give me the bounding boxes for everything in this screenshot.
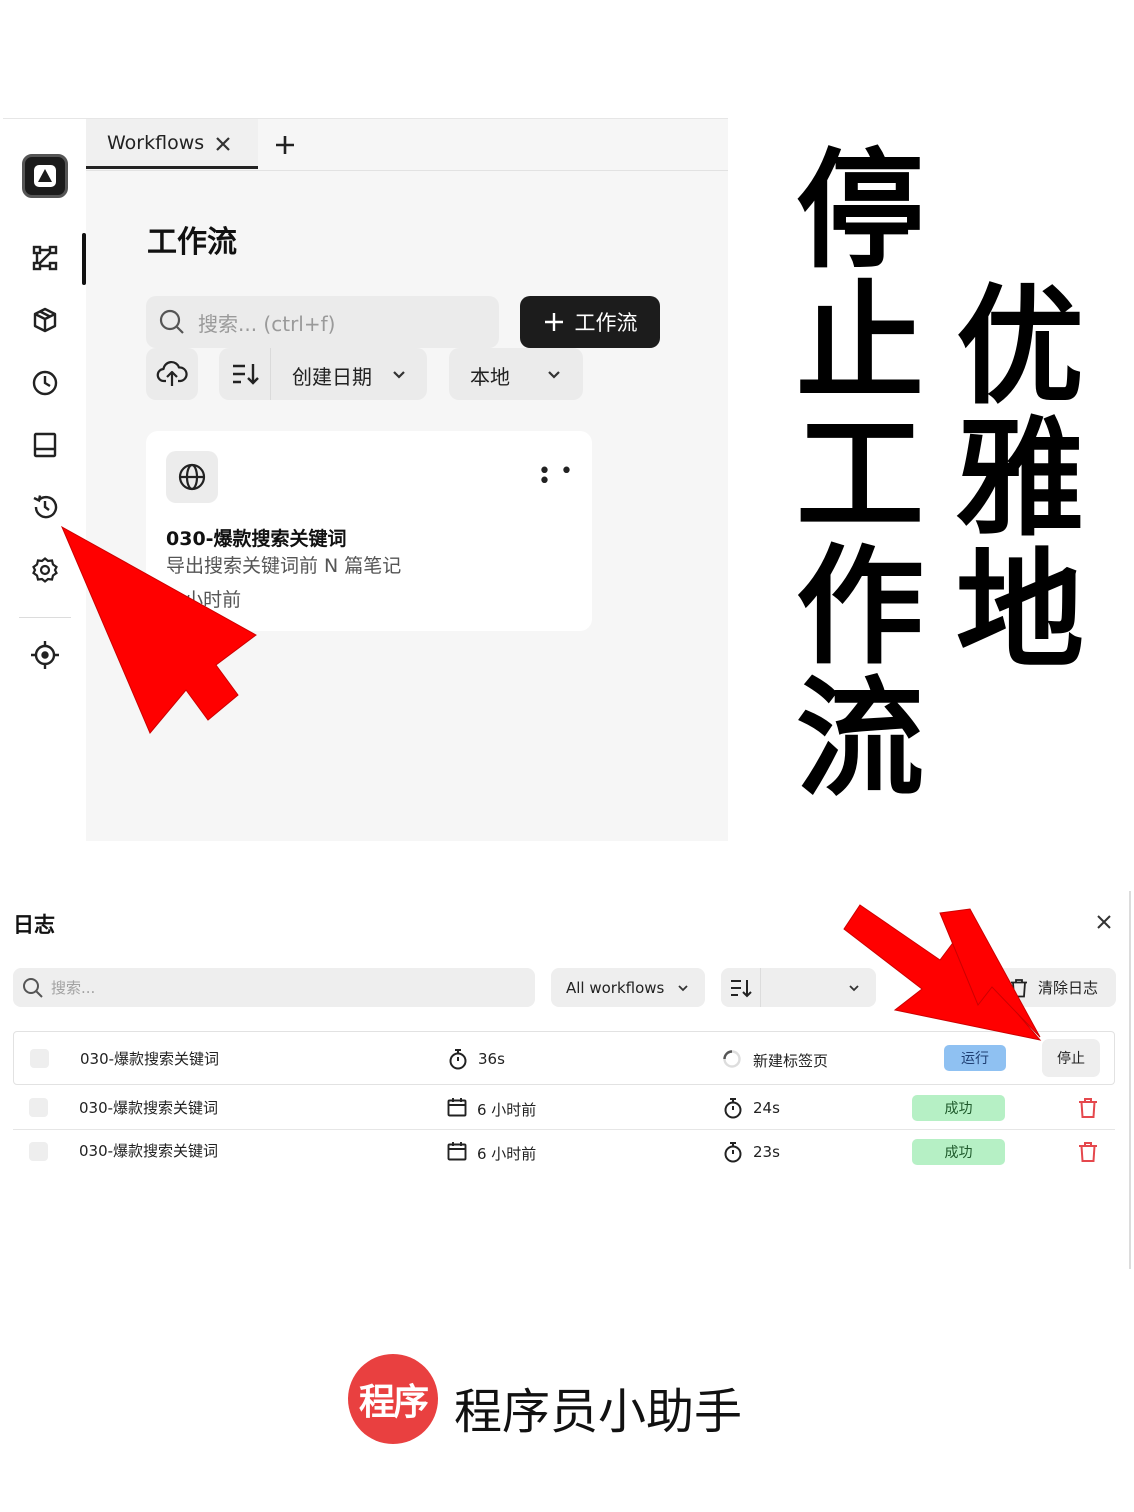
storage-icon[interactable] bbox=[27, 427, 63, 463]
stopwatch-icon bbox=[449, 1049, 467, 1070]
status-badge-running: 运行 bbox=[944, 1045, 1006, 1071]
loading-spinner-icon bbox=[723, 1050, 741, 1068]
more-options-icon[interactable]: • • • bbox=[538, 461, 592, 493]
logo-mark-icon bbox=[34, 165, 56, 187]
search-icon bbox=[23, 978, 43, 998]
search-placeholder: 搜索... (ctrl+f) bbox=[198, 311, 336, 336]
page-title: 工作流 bbox=[147, 225, 237, 260]
headline-char: 地 bbox=[955, 537, 1084, 686]
headline-char: 作 bbox=[795, 533, 924, 682]
headline-char: 流 bbox=[795, 665, 924, 814]
cloud-upload-icon bbox=[156, 361, 188, 386]
app-logo[interactable] bbox=[22, 154, 68, 198]
stopwatch-icon bbox=[724, 1142, 742, 1163]
tab-bar: Workflows bbox=[86, 119, 728, 171]
globe-icon bbox=[166, 451, 218, 503]
search-icon bbox=[159, 309, 184, 334]
calendar-icon bbox=[447, 1142, 467, 1161]
calendar-icon bbox=[447, 1098, 467, 1117]
chevron-down-icon bbox=[678, 985, 688, 992]
new-workflow-button[interactable]: 工作流 bbox=[520, 296, 660, 348]
workflow-filter-select[interactable]: All workflows bbox=[551, 968, 705, 1007]
sort-icon bbox=[232, 364, 259, 385]
log-time: 6 小时前 bbox=[477, 1145, 537, 1163]
chevron-down-icon bbox=[548, 371, 560, 379]
new-workflow-label: 工作流 bbox=[574, 311, 638, 335]
headline-char: 工 bbox=[795, 401, 924, 550]
location-label: 本地 bbox=[470, 365, 510, 389]
log-workflow-name: 030-爆款搜索关键词 bbox=[79, 1142, 219, 1160]
close-icon[interactable] bbox=[1094, 912, 1114, 932]
sort-select[interactable]: 创建日期 bbox=[219, 348, 427, 400]
log-tab-name: 新建标签页 bbox=[753, 1052, 829, 1070]
headline-column-2: 优 雅 地 bbox=[953, 282, 1087, 678]
add-tab-icon[interactable] bbox=[272, 132, 298, 158]
plus-icon bbox=[544, 313, 563, 331]
import-button[interactable] bbox=[146, 348, 198, 400]
delete-icon[interactable] bbox=[1077, 1097, 1099, 1119]
logs-panel-border bbox=[1129, 891, 1131, 1269]
brand-logo: 程序 bbox=[348, 1354, 438, 1444]
sort-order-button[interactable] bbox=[219, 348, 271, 400]
workflow-icon[interactable] bbox=[27, 240, 63, 276]
package-icon[interactable] bbox=[27, 302, 63, 338]
sort-icon bbox=[730, 979, 752, 997]
history-icon[interactable] bbox=[27, 489, 63, 525]
tab-label: Workflows bbox=[107, 131, 205, 154]
chevron-down-icon bbox=[393, 371, 405, 379]
log-duration: 24s bbox=[753, 1099, 780, 1117]
status-badge-success: 成功 bbox=[912, 1139, 1005, 1165]
row-checkbox[interactable] bbox=[29, 1098, 48, 1117]
tab-workflows[interactable]: Workflows bbox=[86, 119, 258, 169]
headline-char: 雅 bbox=[955, 405, 1084, 554]
headline-char: 优 bbox=[955, 273, 1084, 422]
log-workflow-name: 030-爆款搜索关键词 bbox=[80, 1050, 220, 1068]
logs-search-placeholder: 搜索... bbox=[51, 979, 96, 997]
stopwatch-icon bbox=[724, 1098, 742, 1119]
headline-column-1: 停 止 工 作 流 bbox=[793, 146, 927, 806]
brand-name: 程序员小助手 bbox=[454, 1384, 743, 1440]
location-select[interactable]: 本地 bbox=[449, 348, 583, 400]
log-duration: 23s bbox=[753, 1143, 780, 1161]
status-badge-success: 成功 bbox=[912, 1095, 1005, 1121]
log-time: 6 小时前 bbox=[477, 1101, 537, 1119]
log-row[interactable]: 030-爆款搜索关键词 6 小时前 24s 成功 bbox=[13, 1086, 1115, 1130]
log-row[interactable]: 030-爆款搜索关键词 6 小时前 23s 成功 bbox=[13, 1130, 1115, 1174]
sort-label: 创建日期 bbox=[292, 365, 372, 389]
log-workflow-name: 030-爆款搜索关键词 bbox=[79, 1099, 219, 1117]
log-duration: 36s bbox=[478, 1050, 505, 1068]
clock-icon[interactable] bbox=[27, 365, 63, 401]
annotation-arrow-icon bbox=[60, 525, 257, 734]
headline-char: 停 bbox=[795, 137, 924, 286]
row-checkbox[interactable] bbox=[29, 1142, 48, 1161]
workflow-filter-label: All workflows bbox=[566, 978, 665, 997]
headline-char: 止 bbox=[795, 269, 924, 418]
close-icon[interactable] bbox=[212, 133, 234, 155]
logs-title: 日志 bbox=[13, 913, 55, 937]
delete-icon[interactable] bbox=[1077, 1141, 1099, 1163]
sort-order-button[interactable] bbox=[721, 968, 761, 1007]
row-checkbox[interactable] bbox=[30, 1049, 49, 1068]
annotation-arrow-icon bbox=[843, 904, 1042, 1041]
logs-search-input[interactable]: 搜索... bbox=[13, 968, 535, 1007]
search-input[interactable]: 搜索... (ctrl+f) bbox=[146, 296, 499, 348]
